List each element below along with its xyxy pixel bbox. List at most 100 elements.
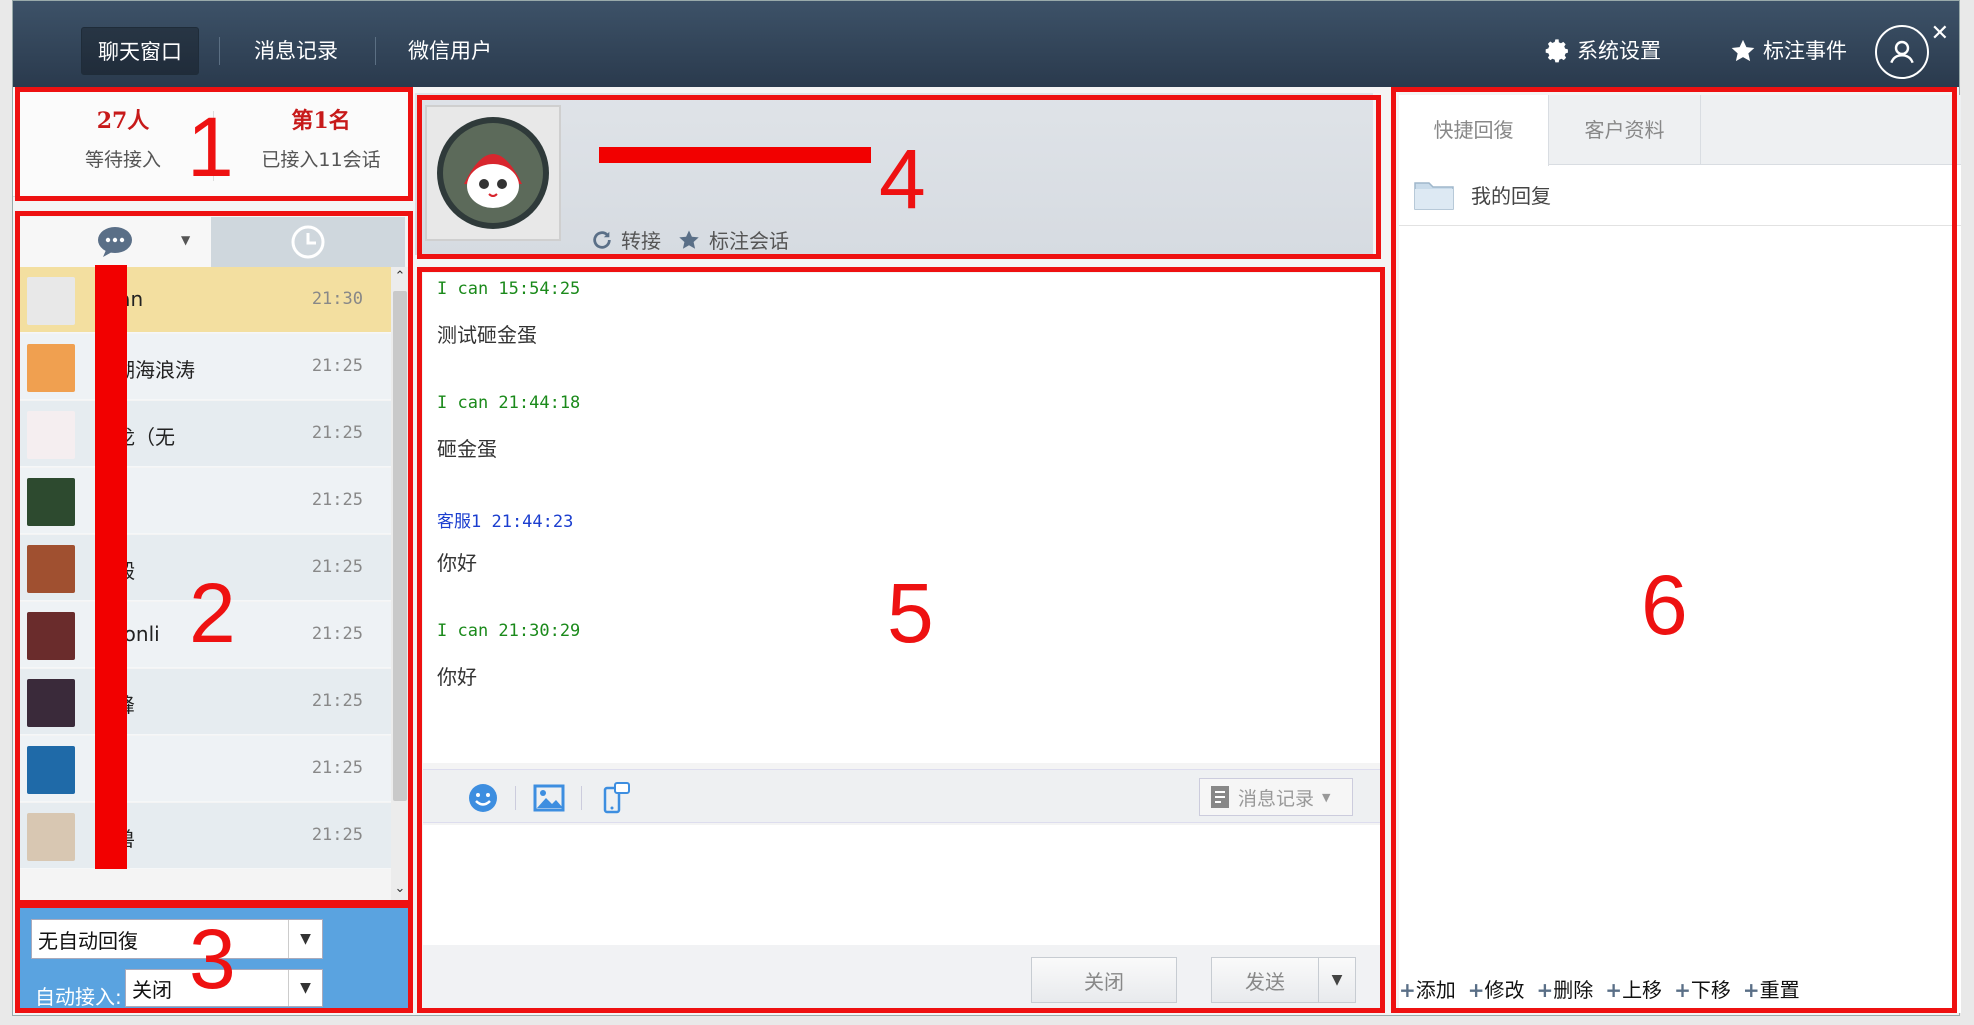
quick-reply-actions: +添加 +修改 +删除 +上移 +下移 +重置 xyxy=(1399,974,1961,1003)
avatar xyxy=(27,813,75,861)
star-icon xyxy=(679,230,699,249)
mark-events-button[interactable]: 标注事件 xyxy=(1729,31,1847,71)
avatar xyxy=(27,746,75,794)
send-button[interactable]: 发送 xyxy=(1211,957,1319,1003)
auto-reply-select[interactable]: 无自动回復 ▼ xyxy=(31,919,323,959)
move-down-label: 下移 xyxy=(1690,978,1731,1002)
mark-events-label: 标注事件 xyxy=(1763,39,1847,63)
message-text: 你好 xyxy=(437,551,477,575)
annotation-number: 6 xyxy=(1641,558,1688,652)
divider xyxy=(1399,225,1961,226)
move-down-action[interactable]: +下移 xyxy=(1674,974,1731,1003)
system-settings-button[interactable]: 系统设置 xyxy=(1543,31,1661,71)
tab-wechat-users[interactable]: 微信用户 xyxy=(391,27,509,75)
user-account-button[interactable] xyxy=(1875,25,1929,79)
chevron-down-icon: ▼ xyxy=(1322,790,1331,804)
close-icon[interactable]: ✕ xyxy=(1931,21,1949,46)
nav-divider xyxy=(375,37,376,65)
chevron-down-icon[interactable]: ▼ xyxy=(181,233,190,247)
delete-label: 删除 xyxy=(1553,978,1594,1002)
conversation-time: 21:25 xyxy=(311,624,363,644)
emoji-icon[interactable] xyxy=(467,782,499,814)
tab-message-records[interactable]: 消息记录 xyxy=(237,27,355,75)
add-action[interactable]: +添加 xyxy=(1399,974,1456,1003)
annotation-number: 4 xyxy=(879,132,926,226)
plus-icon: + xyxy=(1674,978,1691,1002)
edit-action[interactable]: +修改 xyxy=(1468,974,1525,1003)
right-panel-tabs: 快捷回復 客户资料 xyxy=(1399,95,1961,166)
edit-label: 修改 xyxy=(1484,978,1525,1002)
scroll-up-arrow[interactable]: ⌃ xyxy=(393,269,407,289)
delete-action[interactable]: +删除 xyxy=(1537,974,1594,1003)
move-up-action[interactable]: +上移 xyxy=(1605,974,1662,1003)
user-icon xyxy=(1890,40,1914,64)
transfer-button[interactable]: 转接 xyxy=(591,225,661,254)
chat-history[interactable]: I can 15:54:25 测试砸金蛋 I can 21:44:18 砸金蛋 … xyxy=(423,273,1381,763)
conversation-item[interactable]: 小兽21:25 xyxy=(19,803,391,869)
avatar xyxy=(27,478,75,526)
tab-chat-window[interactable]: 聊天窗口 xyxy=(81,27,199,75)
chevron-down-icon: ▼ xyxy=(288,920,322,958)
document-icon xyxy=(1211,786,1229,808)
cat-avatar-icon xyxy=(437,117,549,229)
nav-divider xyxy=(219,37,220,65)
scrollbar-thumb[interactable] xyxy=(393,291,407,801)
mark-session-label: 标注会话 xyxy=(709,229,789,253)
quick-reply-panel: 快捷回復 客户资料 我的回复 +添加 +修改 +删除 +上移 +下移 +重置 xyxy=(1399,95,1961,1013)
auto-accept-value: 关闭 xyxy=(132,977,172,1002)
rank-value: 第1名 xyxy=(291,108,351,134)
system-settings-label: 系统设置 xyxy=(1577,39,1661,63)
scroll-down-arrow[interactable]: ⌄ xyxy=(393,881,407,901)
message-meta: 客服1 21:44:23 xyxy=(437,512,574,532)
chevron-down-icon: ▼ xyxy=(288,970,322,1006)
conversation-item[interactable]: 亦峰21:25 xyxy=(19,669,391,735)
tab-history-chats[interactable] xyxy=(211,217,405,267)
avatar xyxy=(27,277,75,325)
conversation-item[interactable]: 跃龙（无 21:25 xyxy=(19,401,391,467)
image-icon[interactable] xyxy=(533,782,565,814)
conversation-time: 21:30 xyxy=(311,289,363,309)
reset-action[interactable]: +重置 xyxy=(1743,974,1800,1003)
plus-icon: + xyxy=(1536,978,1554,1002)
plus-icon: + xyxy=(1399,978,1416,1002)
conversation-time: 21:25 xyxy=(311,423,363,443)
auto-reply-value: 无自动回復 xyxy=(38,928,138,953)
conversation-item[interactable]: 子21:25 xyxy=(19,468,391,534)
reset-label: 重置 xyxy=(1759,978,1800,1002)
conversation-time: 21:25 xyxy=(311,691,363,711)
conversation-list-header: ▼ xyxy=(19,217,409,267)
avatar xyxy=(27,545,75,593)
close-button[interactable]: 关闭 xyxy=(1031,957,1177,1003)
annotation-number: 1 xyxy=(187,100,234,194)
avatar xyxy=(27,344,75,392)
plus-icon: + xyxy=(1605,978,1623,1002)
conversation-item[interactable]: 捕21:25 xyxy=(19,736,391,802)
message-meta: I can 21:30:29 xyxy=(437,621,581,641)
mark-session-button[interactable]: 标注会话 xyxy=(677,225,789,254)
app-window: 聊天窗口 消息记录 微信用户 系统设置 标注事件 ✕ 27人 等待接入 第1名 … xyxy=(12,0,1961,1016)
waiting-stat: 27人 等待接入 xyxy=(33,103,213,172)
star-icon xyxy=(1731,39,1755,62)
phone-icon[interactable] xyxy=(599,782,631,814)
message-input[interactable] xyxy=(423,825,1381,945)
my-replies-folder[interactable]: 我的回复 xyxy=(1413,177,1551,211)
folder-icon xyxy=(1414,182,1454,210)
message-history-button[interactable]: 消息记录 ▼ xyxy=(1199,778,1353,816)
tab-active-chats[interactable]: ▼ xyxy=(19,217,211,267)
conversation-item[interactable]: 河湖海浪涛 21:25 xyxy=(19,334,391,400)
plus-icon: + xyxy=(1742,978,1760,1002)
conversation-time: 21:25 xyxy=(311,557,363,577)
toolbar-divider xyxy=(581,786,582,810)
conversation-item[interactable]: I can21:30 xyxy=(19,267,391,333)
send-options-dropdown[interactable]: ▼ xyxy=(1318,957,1356,1003)
contact-avatar[interactable] xyxy=(425,105,561,241)
refresh-icon xyxy=(593,230,611,249)
add-label: 添加 xyxy=(1415,978,1456,1002)
annotation-number: 3 xyxy=(189,912,236,1006)
avatar xyxy=(27,612,75,660)
tab-customer-profile[interactable]: 客户资料 xyxy=(1549,95,1701,165)
annotation-number: 5 xyxy=(887,566,934,660)
tab-quick-replies[interactable]: 快捷回復 xyxy=(1399,95,1549,166)
avatar xyxy=(27,679,75,727)
waiting-count: 27人 xyxy=(96,108,150,134)
